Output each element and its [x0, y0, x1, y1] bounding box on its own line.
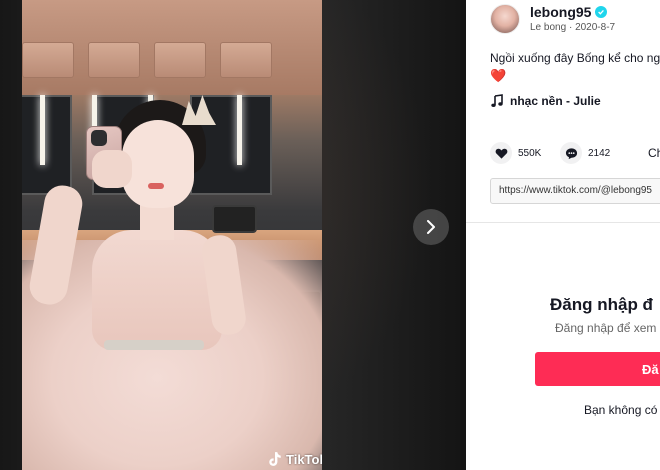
- signup-prompt: Bạn không có: [584, 403, 658, 417]
- login-subtitle: Đăng nhập để xem: [555, 321, 657, 335]
- video-link-field[interactable]: https://www.tiktok.com/@lebong95: [490, 178, 660, 204]
- verified-badge-icon: [595, 6, 608, 18]
- video-stage: TikTok: [0, 0, 466, 470]
- next-video-button[interactable]: [413, 209, 449, 245]
- comment-button[interactable]: [560, 142, 582, 164]
- author-subline: Le bong · 2020-8-7: [530, 22, 615, 33]
- watermark-text: TikTok: [286, 451, 322, 467]
- dress-belt: [104, 340, 204, 350]
- vanity-light: [40, 95, 45, 165]
- heart-emoji: ❤️: [490, 68, 507, 83]
- wall-panel: [22, 42, 74, 78]
- separator: ·: [568, 22, 573, 33]
- share-label[interactable]: Ch: [648, 146, 660, 160]
- tiktok-watermark: TikTok: [268, 451, 322, 467]
- post-date: 2020-8-7: [575, 22, 616, 33]
- comment-count: 2142: [588, 147, 611, 159]
- tiktok-logo-icon: [269, 452, 281, 466]
- post-caption: Ngồi xuống đây Bống kể cho ng: [490, 51, 660, 65]
- music-label[interactable]: nhạc nền - Julie: [510, 94, 601, 108]
- like-stat[interactable]: 550K: [490, 142, 541, 164]
- music-note-icon: [491, 94, 503, 107]
- comment-icon: [565, 147, 577, 159]
- video-player[interactable]: TikTok: [22, 0, 322, 470]
- wall-panel: [88, 42, 140, 78]
- comment-stat[interactable]: 2142: [560, 142, 610, 164]
- chevron-right-icon: [427, 220, 435, 234]
- username[interactable]: lebong95: [530, 4, 591, 20]
- login-button[interactable]: Đă: [535, 352, 660, 386]
- music-link[interactable]: nhạc nền - Julie: [490, 94, 601, 108]
- hand: [92, 150, 132, 188]
- wall-panel: [220, 42, 272, 78]
- vanity-light: [237, 95, 242, 165]
- username-row[interactable]: lebong95: [530, 4, 608, 20]
- like-count: 550K: [518, 147, 542, 159]
- mirror: [22, 95, 72, 195]
- divider: [466, 222, 660, 223]
- wall-panel: [154, 42, 206, 78]
- face: [122, 120, 194, 208]
- avatar[interactable]: [490, 4, 520, 34]
- lips: [148, 183, 164, 189]
- info-panel: lebong95 Le bong · 2020-8-7 Ngồi xuống đ…: [466, 0, 660, 470]
- chair: [212, 205, 257, 233]
- display-name: Le bong: [530, 22, 567, 33]
- like-button[interactable]: [490, 142, 512, 164]
- phone-camera: [91, 130, 107, 146]
- login-title: Đăng nhập đ: [550, 295, 653, 314]
- heart-icon: [495, 148, 507, 159]
